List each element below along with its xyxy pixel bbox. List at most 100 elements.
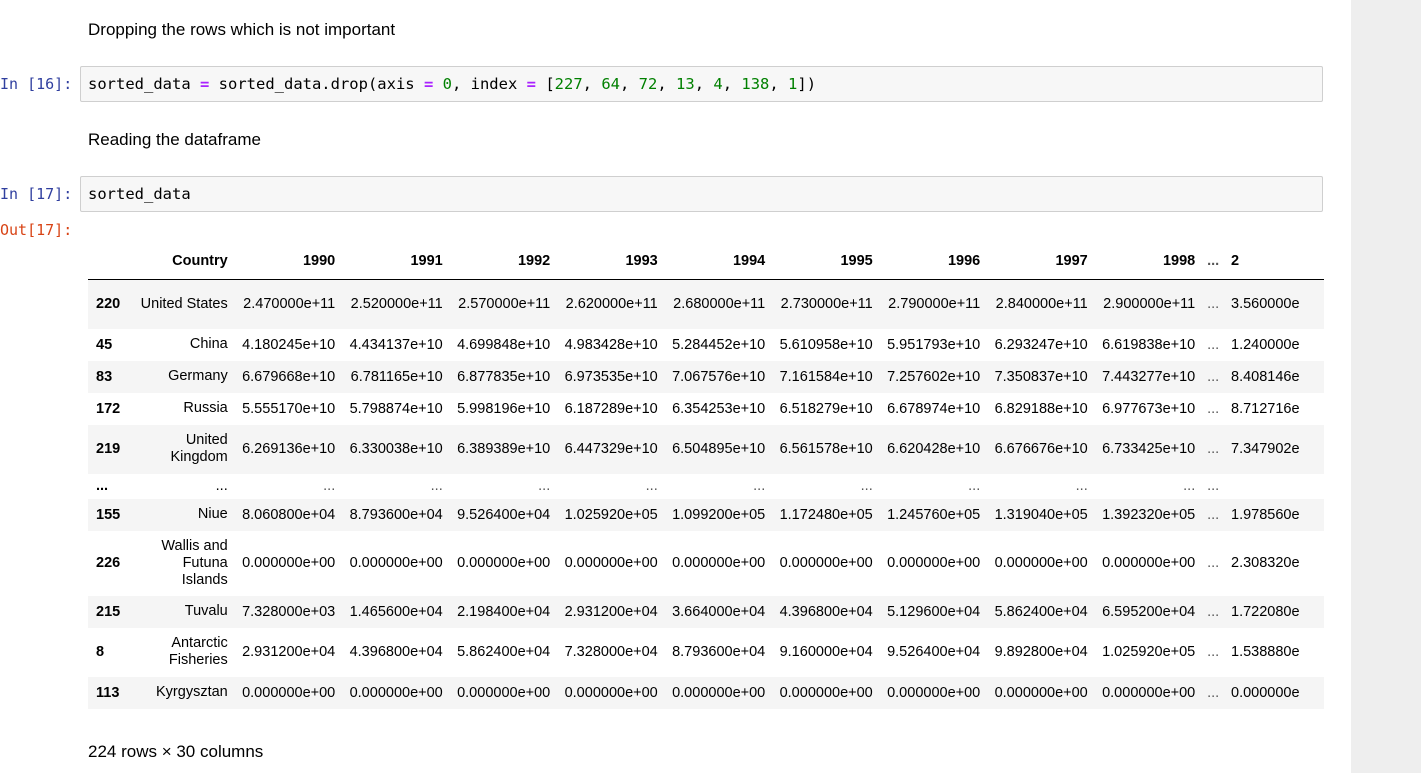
value-cell: 4.983428e+10: [564, 336, 658, 353]
value-cell: 4.396800e+04: [779, 603, 873, 620]
code-cell-16[interactable]: sorted_data = sorted_data.drop(axis = 0,…: [80, 66, 1323, 102]
value-cell: 6.504895e+10: [672, 441, 766, 457]
index-header: [88, 243, 130, 280]
table-row: ....................................: [88, 473, 1324, 499]
code-sep: ,: [769, 75, 789, 93]
value-cell: 6.269136e+10: [242, 441, 336, 457]
ellipsis-cell: ...: [1207, 400, 1220, 417]
code-cell-17[interactable]: sorted_data: [80, 176, 1323, 212]
code-sep: ,: [722, 75, 742, 93]
table-row: 219 United Kingdom 6.269136e+10 6.330038e+1…: [88, 424, 1324, 474]
ellipsis-cell: ...: [1207, 441, 1220, 457]
truncated-value-cell: 1.978560e: [1231, 506, 1300, 523]
markdown-drop-note: Dropping the rows which is not important: [88, 20, 396, 39]
column-header: 1998: [1091, 243, 1200, 280]
value-cell: 5.862400e+04: [994, 603, 1088, 620]
ellipsis-cell: ...: [1207, 555, 1220, 571]
truncated-value-cell: 2.308320e: [1231, 555, 1300, 571]
value-cell: 0.000000e+00: [779, 555, 873, 571]
value-cell: 6.676676e+10: [994, 441, 1088, 457]
row-index: 220: [96, 296, 121, 313]
truncated-value-cell: 1.538880e: [1231, 644, 1300, 660]
value-cell: 6.977673e+10: [1102, 400, 1196, 417]
value-cell: 2.570000e+11: [458, 296, 551, 313]
value-cell: 5.610958e+10: [779, 336, 873, 353]
value-cell: 2.620000e+11: [565, 296, 658, 313]
value-cell: 0.000000e+00: [564, 555, 658, 571]
code-axis-value: 0: [433, 75, 452, 93]
value-cell: 0.000000e+00: [672, 684, 766, 701]
value-cell: 0.000000e+00: [242, 684, 336, 701]
value-cell: 6.595200e+04: [1102, 603, 1196, 620]
value-cell: 0.000000e+00: [994, 684, 1088, 701]
scrollbar-gutter[interactable]: [1351, 0, 1421, 773]
country-cell: China: [189, 336, 228, 352]
row-index: 83: [96, 368, 113, 385]
country-cell: Germany: [168, 368, 228, 384]
code-num: 72: [638, 75, 658, 93]
code-sep: ,: [620, 75, 639, 93]
row-index: 155: [96, 506, 121, 523]
code-list-close: ]): [797, 75, 817, 93]
truncated-value-cell: 1.240000e: [1231, 336, 1300, 353]
column-header: 1994: [661, 243, 770, 280]
dataframe-output: Country 1990 1991 1992 1993 1994 1995 1996 1997 1…: [88, 243, 1324, 723]
row-index: 226: [96, 555, 121, 571]
value-cell: 8.793600e+04: [349, 506, 443, 523]
code-var: sorted_data: [88, 75, 200, 93]
code-num: 13: [676, 75, 695, 93]
value-cell: 2.900000e+11: [1103, 296, 1196, 313]
country-cell: Wallis and Futuna Islands: [161, 537, 228, 588]
value-cell: ...: [538, 478, 551, 494]
value-cell: 0.000000e+00: [887, 555, 981, 571]
truncated-value-cell: 7.347902e: [1231, 441, 1300, 457]
table-header-row: Country 1990 1991 1992 1993 1994 1995 1996 1997 1…: [88, 243, 1324, 280]
value-cell: 9.160000e+04: [779, 644, 873, 660]
row-index: 172: [96, 400, 121, 417]
code-num: 138: [741, 75, 770, 93]
column-header: 1993: [554, 243, 662, 280]
ellipsis-cell: ...: [1207, 506, 1220, 523]
value-cell: 2.840000e+11: [995, 296, 1088, 313]
table-body: 220 United States 2.470000e+11 2.520000e+11…: [88, 279, 1324, 709]
value-cell: 6.354253e+10: [672, 400, 766, 417]
value-cell: 0.000000e+00: [1102, 555, 1196, 571]
value-cell: 7.328000e+04: [564, 644, 658, 660]
code-num: 227: [554, 75, 583, 93]
table-row: 155 Niue 8.060800e+04 8.793600e+04 9.526400e…: [88, 498, 1324, 531]
code-list-open: [: [535, 75, 555, 93]
value-cell: 1.099200e+05: [672, 506, 766, 523]
value-cell: ...: [968, 478, 981, 494]
truncated-value-cell: [1227, 474, 1324, 499]
value-cell: 9.526400e+04: [457, 506, 551, 523]
value-cell: 7.328000e+03: [242, 603, 336, 620]
value-cell: 6.829188e+10: [994, 400, 1088, 417]
ellipsis-cell: ...: [1207, 603, 1220, 620]
country-cell: Russia: [183, 400, 228, 416]
value-cell: 6.619838e+10: [1102, 336, 1196, 353]
value-cell: 0.000000e+00: [457, 684, 551, 701]
ellipsis-header: ...: [1199, 243, 1228, 280]
value-cell: 9.892800e+04: [994, 644, 1088, 660]
value-cell: 1.319040e+05: [994, 506, 1088, 523]
code-sep: ,: [694, 75, 714, 93]
value-cell: ...: [1183, 478, 1196, 494]
value-cell: 5.862400e+04: [457, 644, 551, 660]
code-index-op: =: [526, 75, 536, 93]
code-sep: ,: [657, 75, 677, 93]
value-cell: ...: [1075, 478, 1088, 494]
value-cell: 2.520000e+11: [350, 296, 443, 313]
value-cell: 0.000000e+00: [1102, 684, 1196, 701]
ellipsis-cell: ...: [1207, 368, 1220, 385]
value-cell: 5.555170e+10: [242, 400, 336, 417]
value-cell: 6.389389e+10: [457, 441, 551, 457]
ellipsis-cell: ...: [1207, 478, 1220, 494]
value-cell: 0.000000e+00: [349, 684, 443, 701]
value-cell: ...: [860, 478, 873, 494]
value-cell: 6.679668e+10: [242, 368, 336, 385]
ellipsis-cell: ...: [1207, 684, 1220, 701]
value-cell: 5.798874e+10: [349, 400, 443, 417]
value-cell: ...: [323, 478, 336, 494]
row-index: 8: [96, 644, 105, 660]
code-assign-op: =: [199, 75, 210, 93]
